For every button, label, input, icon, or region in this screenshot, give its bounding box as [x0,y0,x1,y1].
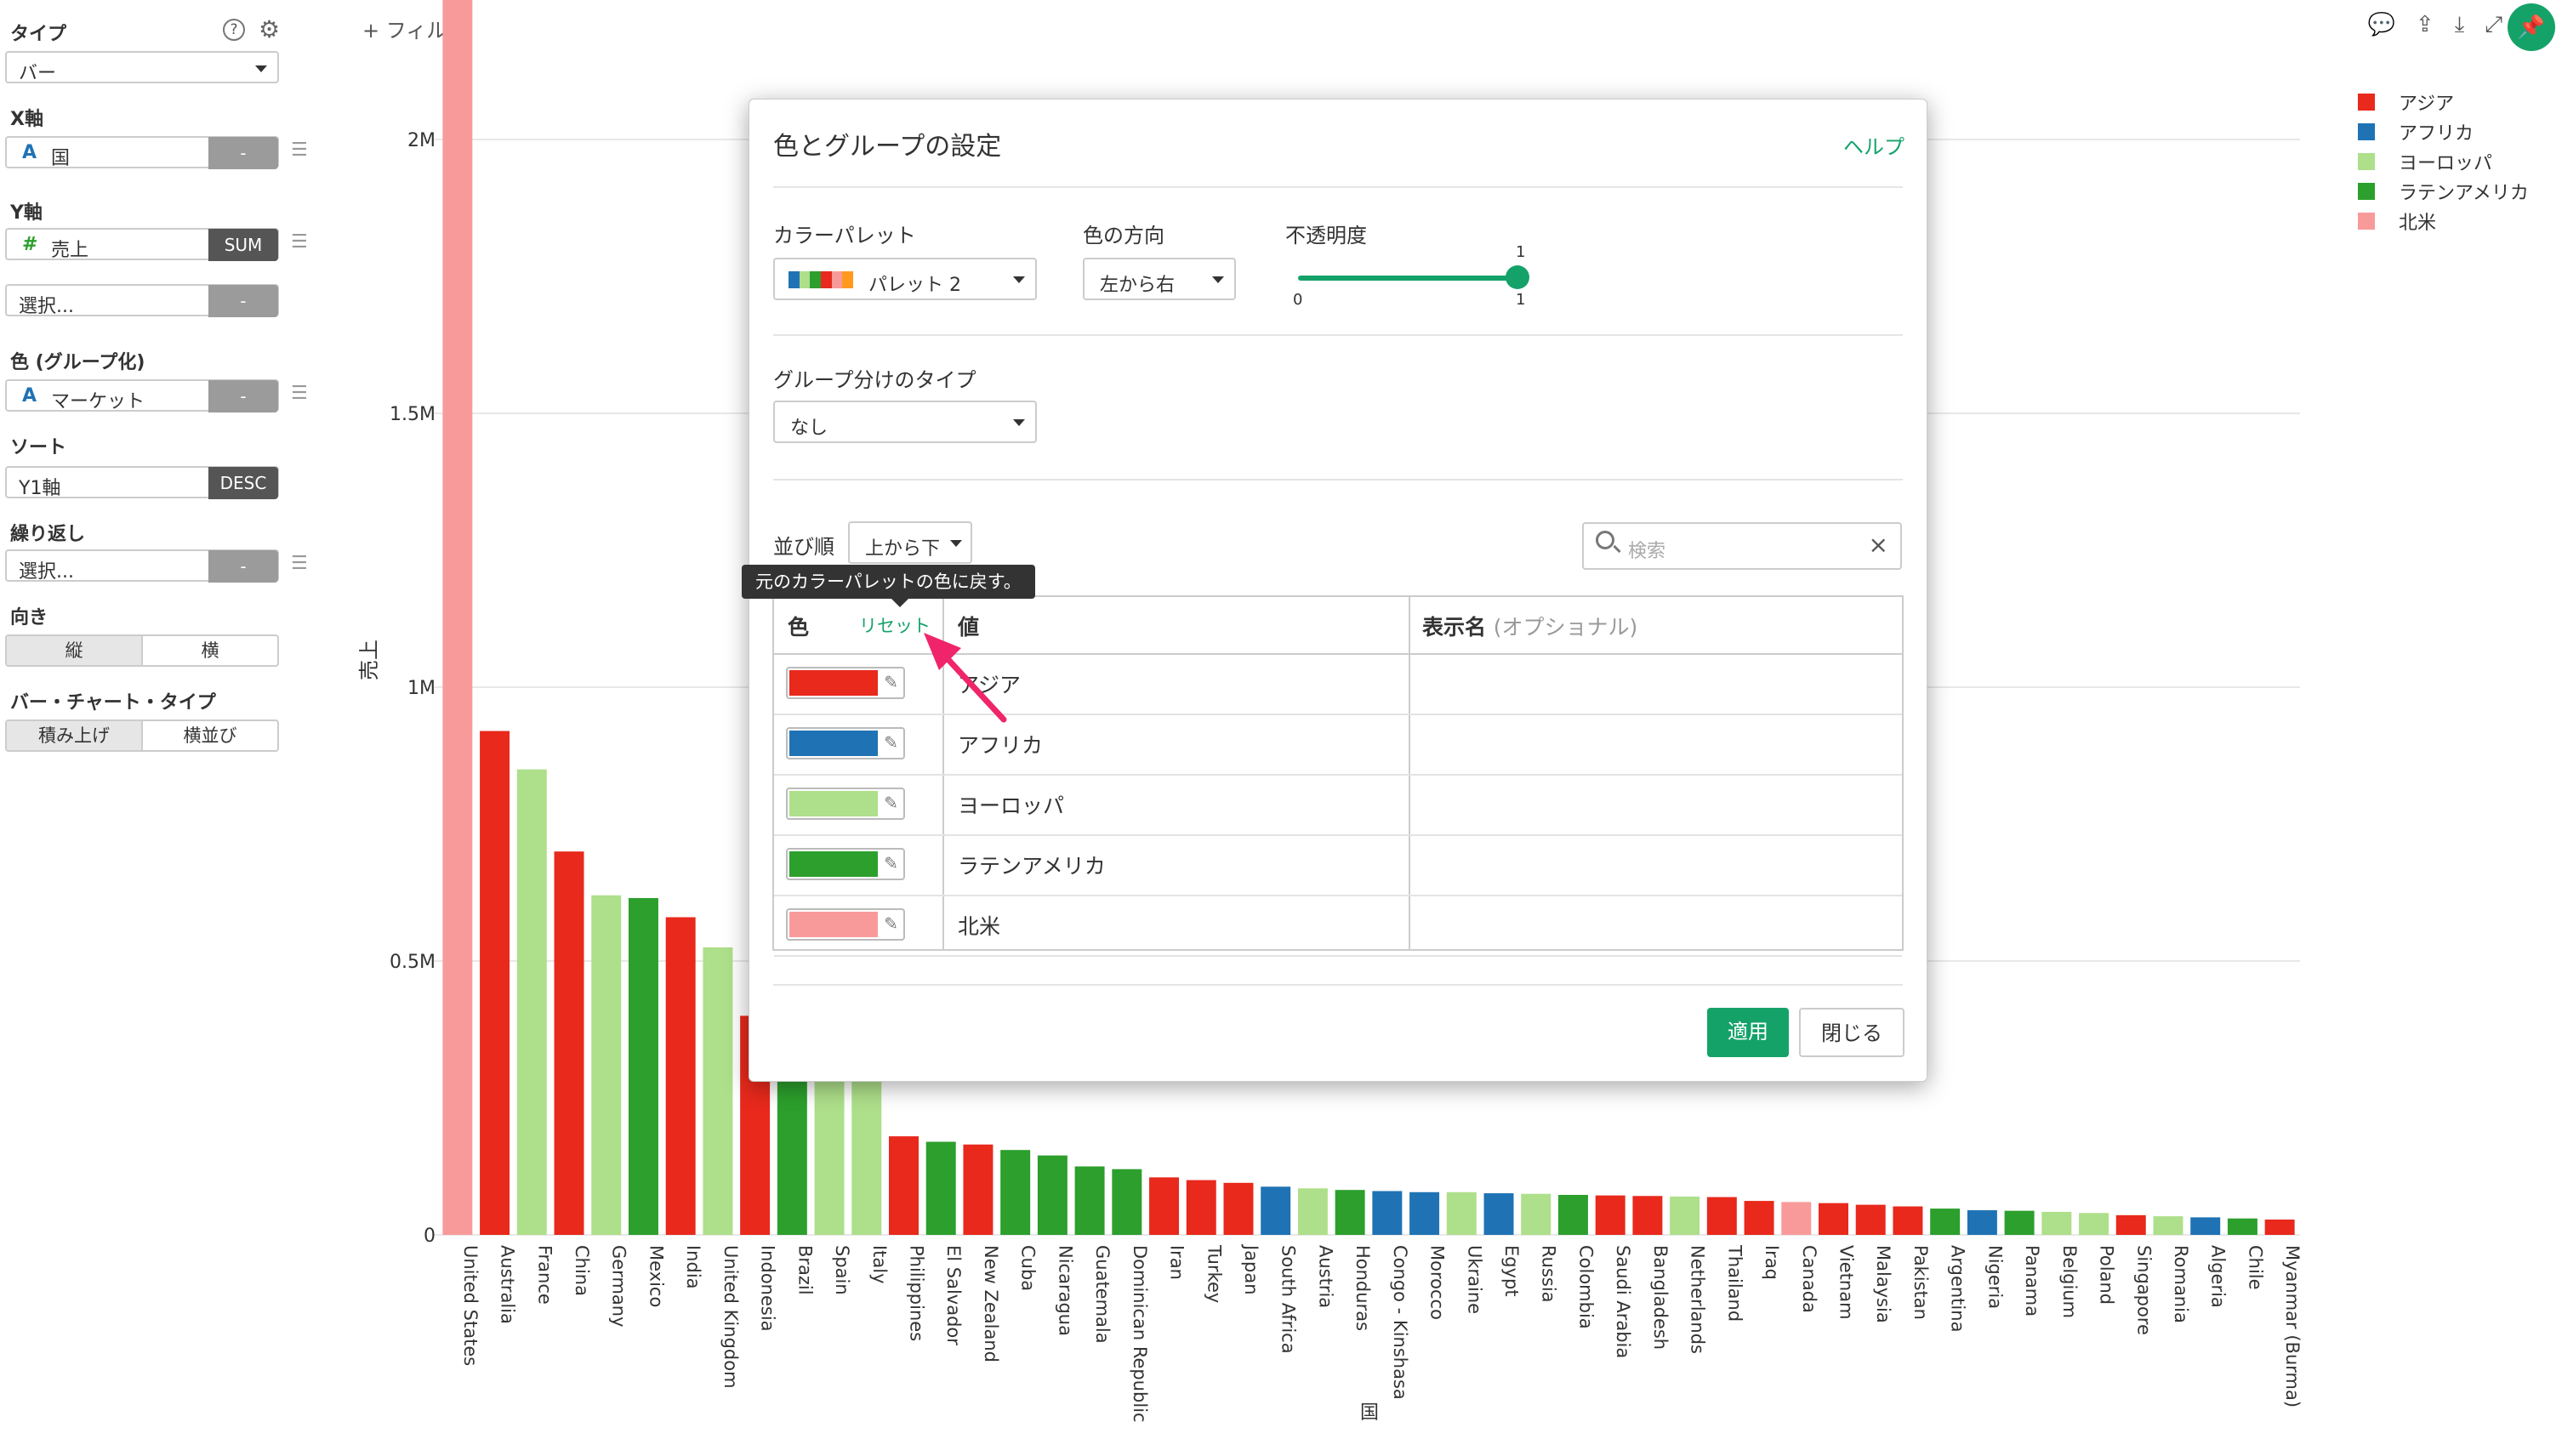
annotation-arrow [924,633,1007,723]
